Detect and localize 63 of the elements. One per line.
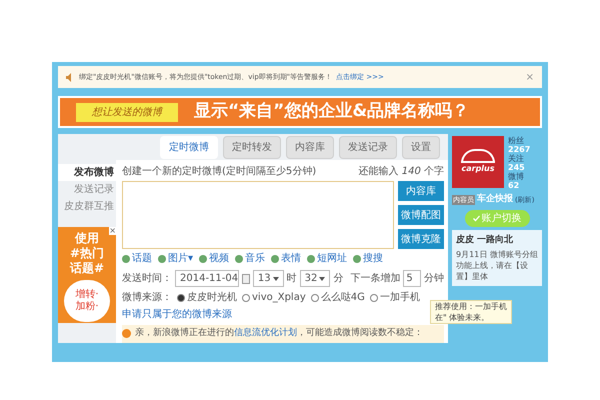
side-action-button[interactable]: 微博配图 bbox=[398, 205, 444, 225]
char-counter: 还能输入 140 个字 bbox=[358, 164, 444, 179]
tab[interactable]: 定时微博 bbox=[160, 136, 218, 158]
source-label: 微博来源： bbox=[122, 290, 172, 305]
side-nav-item[interactable]: 发布微博 bbox=[58, 164, 116, 181]
ad-bubble-text: 增转· bbox=[75, 289, 99, 300]
toolbar-button[interactable]: 搜搜 bbox=[353, 251, 384, 266]
tab[interactable]: 内容库 bbox=[286, 136, 334, 158]
hour-unit: 时 bbox=[286, 272, 297, 286]
hour-select[interactable]: 13 bbox=[252, 270, 284, 287]
stat-label: 微博 bbox=[508, 172, 525, 181]
minute-select[interactable]: 32 bbox=[300, 270, 330, 287]
logo-text: carplus bbox=[461, 163, 494, 175]
source-radio[interactable]: vivo_Xplay bbox=[242, 290, 306, 305]
banner-tag: 想让发送的微博 bbox=[76, 102, 178, 122]
stat-value: 62 bbox=[508, 181, 520, 190]
post-textarea[interactable] bbox=[122, 181, 394, 249]
side-nav-item[interactable]: 皮皮群互推 bbox=[58, 198, 116, 215]
account-name: 车企快报 bbox=[477, 193, 513, 206]
toolbar-button[interactable]: 话题 bbox=[122, 251, 152, 266]
side-nav-item[interactable]: 发送记录 bbox=[58, 181, 116, 198]
source-radio[interactable]: 一加手机 bbox=[370, 290, 420, 305]
minute-unit: 分 bbox=[333, 272, 344, 286]
banner-headline: 显示“来自”您的企业&品牌名称吗？ bbox=[194, 100, 470, 124]
increment-unit: 分钟 bbox=[424, 272, 444, 286]
composer-hint: 创建一个新的定时微博(定时间隔至少5分钟) bbox=[122, 164, 316, 179]
increment-label: 下一条增加 bbox=[350, 272, 400, 286]
date-field[interactable]: 2014-11-04 bbox=[175, 270, 239, 287]
close-button[interactable]: × bbox=[526, 70, 534, 84]
increment-field[interactable]: 5 bbox=[403, 270, 421, 287]
toolbar-button[interactable]: 短网址 bbox=[307, 251, 348, 266]
tab[interactable]: 定时转发 bbox=[223, 136, 281, 158]
warning-icon bbox=[122, 329, 131, 338]
stat-label: 粉丝 bbox=[508, 136, 525, 145]
send-time-label: 发送时间： bbox=[122, 272, 172, 286]
dropdown-caret-icon bbox=[319, 276, 326, 282]
check-icon bbox=[472, 214, 480, 222]
ad-close-button[interactable]: × bbox=[109, 227, 116, 235]
source-radio[interactable]: 皮皮时光机 bbox=[177, 290, 237, 305]
source-radio[interactable]: 么么哒4G bbox=[310, 290, 365, 305]
ad-bubble-text: 加粉· bbox=[75, 301, 99, 313]
stat-value: 2267 bbox=[508, 145, 530, 154]
calendar-icon[interactable] bbox=[242, 274, 250, 284]
ad-text: #热门 bbox=[70, 246, 104, 261]
tab[interactable]: 设置 bbox=[402, 136, 440, 158]
toolbar-button[interactable]: 音乐 bbox=[235, 251, 266, 266]
stat-label: 关注 bbox=[508, 154, 525, 163]
tab[interactable]: 发送记录 bbox=[339, 136, 397, 158]
news-body: 9月11日 微博账号分组功能上线，请在【设置】里体 bbox=[456, 249, 538, 282]
toolbar-button[interactable]: 图片▾ bbox=[158, 251, 194, 266]
tooltip-text: 推荐使用：一加手机 bbox=[435, 301, 507, 312]
toolbar-button[interactable]: 视频 bbox=[199, 251, 230, 266]
stat-value: 245 bbox=[508, 163, 526, 172]
ad-text: 使用 bbox=[75, 231, 99, 246]
side-action-button[interactable]: 微博克隆 bbox=[398, 229, 444, 249]
optimization-link[interactable]: 信息流优化计划 bbox=[234, 328, 297, 338]
side-action-button[interactable]: 内容库 bbox=[398, 181, 444, 201]
toolbar-button[interactable]: 表情 bbox=[271, 251, 302, 266]
warning-text: 亲，新浪微博正在进行的信息流优化计划，可能造成微博阅读数不稳定： bbox=[135, 327, 423, 340]
tooltip-text: 在" 体验未来。 bbox=[435, 312, 490, 323]
dropdown-caret-icon bbox=[272, 276, 279, 282]
ad-text: 话题# bbox=[70, 261, 104, 276]
news-title: 皮皮 一路向北 bbox=[456, 234, 514, 246]
